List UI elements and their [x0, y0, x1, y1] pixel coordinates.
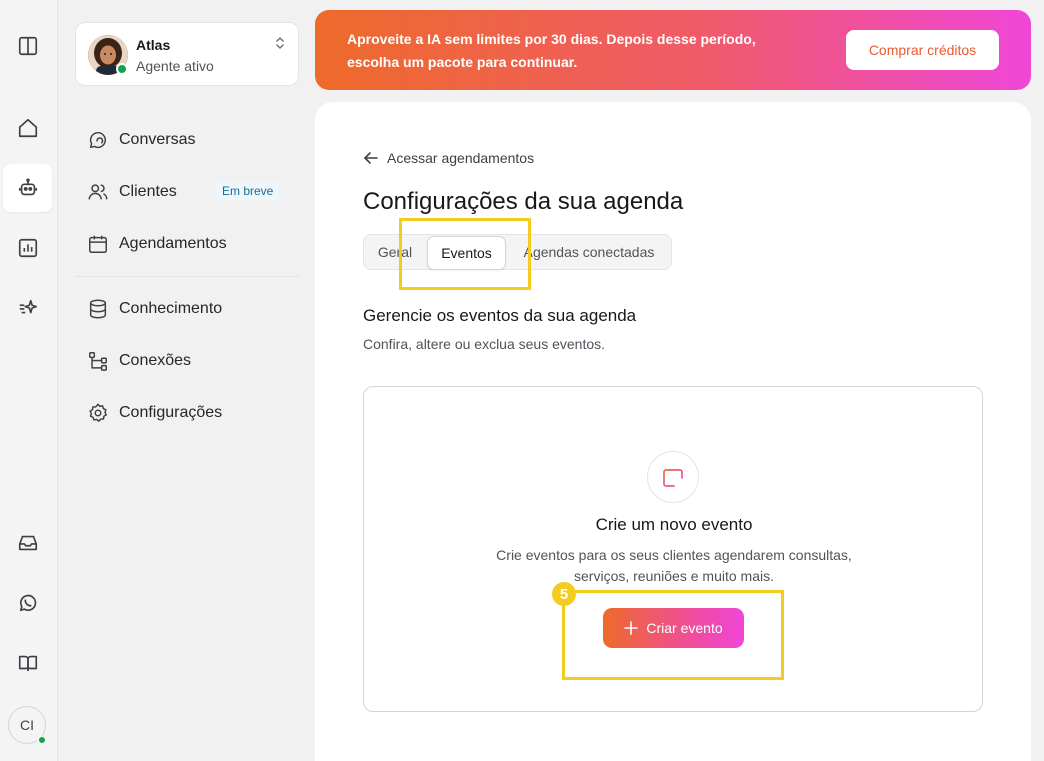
calendar-icon — [89, 235, 107, 253]
tutorial-highlight-button — [562, 590, 784, 680]
users-icon — [88, 184, 108, 200]
section-title: Gerencie os eventos da sua agenda — [363, 306, 637, 325]
page-title: Configurações da sua agenda — [363, 188, 684, 215]
gear-icon — [89, 403, 107, 422]
inbox-icon — [18, 535, 37, 551]
sidebar-item-conversas[interactable]: Conversas — [87, 124, 297, 156]
icon-rail: CI — [0, 0, 58, 761]
sidebar-item-agendamentos[interactable]: Agendamentos — [87, 228, 297, 260]
sidebar: Atlas Agente ativo Conversas Clientes Em… — [59, 0, 315, 761]
agent-status: Agente ativo — [136, 58, 214, 74]
coming-soon-badge: Em breve — [216, 182, 280, 200]
inbox-button[interactable] — [3, 519, 52, 567]
tab-agendas-conectadas[interactable]: Agendas conectadas — [508, 235, 670, 269]
agent-button[interactable] — [3, 164, 52, 212]
empty-state-description: Crie eventos para os seus clientes agend… — [496, 547, 852, 584]
sidebar-item-label: Conversas — [119, 131, 196, 148]
docs-button[interactable] — [3, 639, 52, 687]
whatsapp-icon — [19, 594, 36, 612]
back-to-schedules-link[interactable]: Acessar agendamentos — [363, 150, 534, 166]
automation-button[interactable] — [3, 284, 52, 332]
agent-switcher[interactable]: Atlas Agente ativo — [75, 22, 299, 86]
sidebar-panel-icon — [18, 36, 37, 56]
sidebar-item-label: Clientes — [119, 183, 177, 200]
empty-state-title: Crie um novo evento — [595, 515, 753, 534]
robot-icon — [18, 178, 37, 196]
home-icon — [18, 118, 37, 138]
book-icon — [18, 655, 37, 672]
connections-icon — [89, 352, 107, 371]
bar-chart-icon — [18, 238, 37, 258]
chevron-up-down-icon — [276, 37, 284, 49]
tutorial-highlight-tab — [399, 218, 531, 290]
agent-name: Atlas — [136, 37, 171, 53]
agent-online-dot — [116, 63, 128, 75]
toggle-sidebar-button[interactable] — [3, 22, 52, 70]
whatsapp-button[interactable] — [3, 579, 52, 627]
main-content: Acessar agendamentos Configurações da su… — [315, 102, 1031, 761]
chat-bubble-icon — [89, 131, 107, 149]
sidebar-item-label: Configurações — [119, 404, 223, 421]
reports-button[interactable] — [3, 224, 52, 272]
arrow-left-icon — [364, 152, 378, 164]
promo-text: Aproveite a IA sem limites por 30 dias. … — [347, 31, 756, 70]
sidebar-item-conexoes[interactable]: Conexões — [87, 345, 297, 377]
sidebar-item-label: Conexões — [119, 352, 192, 369]
buy-credits-button[interactable]: Comprar créditos — [846, 30, 999, 70]
sparkle-icon — [19, 299, 37, 314]
promo-banner: Aproveite a IA sem limites por 30 dias. … — [315, 10, 1031, 90]
sidebar-item-conhecimento[interactable]: Conhecimento — [87, 293, 297, 325]
sidebar-divider — [75, 276, 299, 277]
tutorial-step-badge: 5 — [552, 582, 576, 606]
home-button[interactable] — [3, 104, 52, 152]
calendar-plus-icon — [663, 467, 683, 488]
new-event-icon-wrapper — [647, 451, 699, 503]
database-icon — [89, 299, 107, 319]
sidebar-item-label: Conhecimento — [119, 300, 223, 317]
online-status-dot — [37, 735, 47, 745]
section-subtitle: Confira, altere ou exclua seus eventos. — [363, 336, 606, 352]
back-link-label: Acessar agendamentos — [387, 150, 535, 166]
sidebar-item-configuracoes[interactable]: Configurações — [87, 397, 297, 429]
user-initials: CI — [20, 717, 34, 733]
sidebar-item-label: Agendamentos — [119, 235, 227, 252]
